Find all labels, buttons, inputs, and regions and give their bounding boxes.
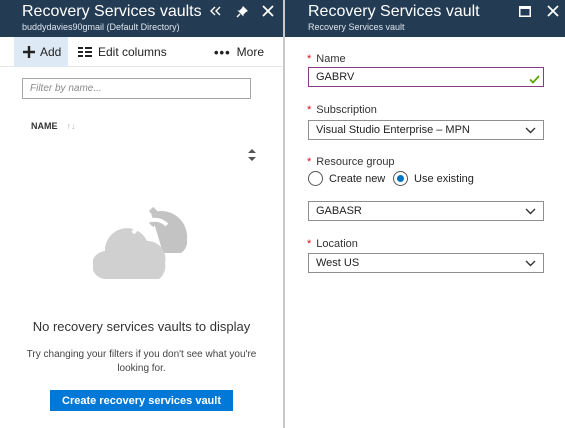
required-marker: * [307, 156, 312, 168]
subscription-field-label: * Subscription [307, 104, 377, 116]
valid-check-icon [529, 71, 540, 89]
more-dots-icon: ••• [214, 44, 231, 60]
right-blade-subtitle: Recovery Services vault [308, 22, 405, 32]
empty-state-hint: Try changing your filters if you don't s… [26, 349, 257, 374]
chevron-down-icon [525, 127, 536, 133]
location-dropdown[interactable]: West US [308, 253, 544, 273]
create-new-radio[interactable]: Create new [308, 171, 385, 186]
recovery-vaults-blade: Recovery Services vaults buddydavies90gm… [0, 0, 283, 428]
subscription-dropdown[interactable]: Visual Studio Enterprise – MPN [308, 120, 544, 140]
location-value: West US [316, 257, 360, 269]
name-column-header[interactable]: NAME ↑↓ [31, 121, 76, 131]
resource-group-dropdown[interactable]: GABASR [308, 201, 544, 221]
subscription-label-text: Subscription [316, 104, 377, 116]
location-field-label: * Location [307, 238, 358, 250]
required-marker: * [307, 53, 312, 65]
create-new-label: Create new [329, 172, 386, 185]
radio-checked-icon [393, 171, 408, 186]
required-marker: * [307, 238, 312, 250]
pin-icon[interactable] [233, 2, 251, 20]
vault-cloud-icon [91, 203, 189, 286]
name-column-label: NAME [31, 121, 58, 131]
use-existing-label: Use existing [414, 172, 474, 185]
chevron-double-left-icon[interactable] [206, 2, 224, 20]
scroll-up-down-icon[interactable] [245, 146, 259, 164]
close-icon[interactable] [544, 2, 562, 20]
plus-icon [23, 46, 35, 58]
subscription-value: Visual Studio Enterprise – MPN [316, 124, 470, 136]
location-label-text: Location [316, 238, 358, 250]
left-blade-header: Recovery Services vaults buddydavies90gm… [0, 0, 283, 37]
left-toolbar: Add Edit columns ••• More [0, 37, 283, 67]
chevron-down-icon [525, 208, 536, 214]
more-label: More [236, 45, 264, 59]
right-blade-header: Recovery Services vault Recovery Service… [285, 0, 565, 37]
chevron-down-icon [525, 260, 536, 266]
columns-icon [78, 47, 92, 57]
add-button[interactable]: Add [14, 37, 68, 67]
use-existing-radio[interactable]: Use existing [393, 171, 474, 186]
left-blade-subtitle: buddydavies90gmail (Default Directory) [22, 22, 180, 32]
edit-columns-label: Edit columns [98, 45, 167, 59]
name-field[interactable]: GABRV [308, 67, 544, 87]
empty-state-title: No recovery services vaults to display [32, 319, 251, 334]
close-icon[interactable] [259, 2, 277, 20]
radio-unchecked-icon [308, 171, 323, 186]
edit-columns-button[interactable]: Edit columns [78, 37, 167, 67]
required-marker: * [307, 104, 312, 116]
create-vault-button[interactable]: Create recovery services vault [50, 390, 233, 411]
resource-group-field-label: * Resource group [307, 156, 395, 168]
more-button[interactable]: ••• More [214, 37, 264, 67]
resource-group-value: GABASR [316, 205, 362, 217]
sort-icon: ↑↓ [66, 121, 76, 131]
name-label-text: Name [316, 53, 346, 65]
add-button-label: Add [40, 45, 62, 59]
filter-by-name-input[interactable] [22, 78, 251, 99]
name-field-label: * Name [307, 53, 346, 65]
resource-group-label-text: Resource group [316, 156, 395, 168]
maximize-icon[interactable] [516, 2, 534, 20]
